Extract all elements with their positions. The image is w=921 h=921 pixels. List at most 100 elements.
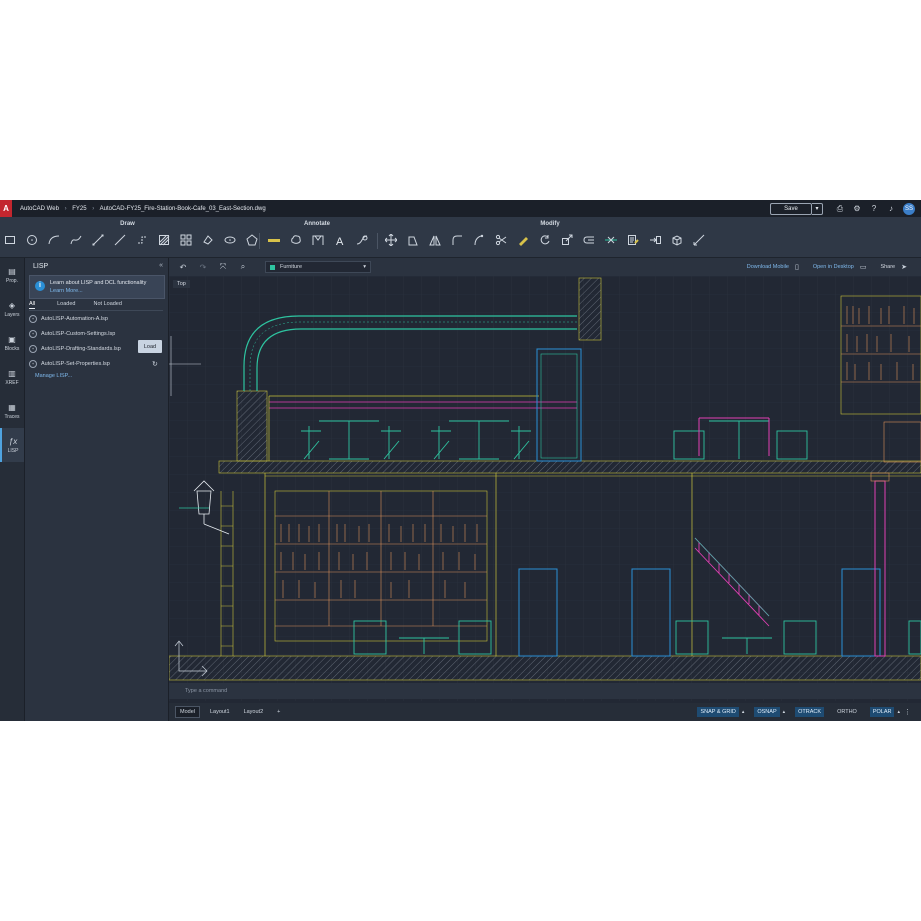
command-input[interactable]: Type a command	[185, 688, 227, 694]
stretch-icon[interactable]	[692, 233, 706, 247]
polygon-icon[interactable]	[245, 233, 259, 247]
cad-drawing[interactable]	[169, 276, 921, 701]
zoom-window-icon[interactable]: ⌕	[237, 261, 249, 273]
polyline-icon[interactable]	[113, 233, 127, 247]
scissors-icon[interactable]	[494, 233, 508, 247]
strip-item-xref[interactable]: ▥ XREF	[0, 360, 24, 394]
chevron-up-icon[interactable]: ▴	[897, 709, 900, 715]
learn-more-link[interactable]: Learn More...	[50, 287, 146, 295]
move-icon[interactable]	[384, 233, 398, 247]
share-button[interactable]: Share	[880, 264, 895, 270]
lisp-icon: ƒx	[8, 436, 18, 446]
zoom-extents-icon[interactable]: ⤧	[217, 261, 229, 273]
layers-icon: ◈	[8, 300, 16, 310]
view-label[interactable]: Top	[173, 280, 190, 288]
strip-item-traces[interactable]: ▦ Traces	[0, 394, 24, 428]
array-icon[interactable]	[179, 233, 193, 247]
status-bar: Model Layout1 Layout2 + SNAP & GRID ▴ OS…	[169, 703, 921, 721]
strip-item-blocks[interactable]: ▣ Blocks	[0, 326, 24, 360]
arc-icon[interactable]	[47, 233, 61, 247]
chevron-up-icon[interactable]: ▴	[742, 709, 745, 715]
list-item[interactable]: + AutoLISP-Set-Properties.lsp	[29, 358, 163, 370]
spline-icon[interactable]	[69, 233, 83, 247]
breadcrumb-folder[interactable]: FY25	[72, 206, 86, 212]
list-item[interactable]: + AutoLISP-Custom-Settings.lsp	[29, 328, 163, 340]
polar-toggle[interactable]: POLAR	[869, 707, 895, 717]
3d-box-icon[interactable]	[670, 233, 684, 247]
trim-icon[interactable]	[472, 233, 486, 247]
ortho-toggle[interactable]: ORTHO	[834, 707, 860, 717]
breadcrumb-app[interactable]: AutoCAD Web	[20, 206, 59, 212]
leader-icon[interactable]	[311, 233, 325, 247]
tab-layout2[interactable]: Layout2	[240, 707, 268, 717]
rectangle-icon[interactable]	[3, 233, 17, 247]
manage-lisp-link[interactable]: Manage LISP...	[35, 373, 72, 379]
offset-icon[interactable]	[582, 233, 596, 247]
wall-section	[236, 390, 268, 462]
revision-cloud-icon[interactable]	[289, 233, 303, 247]
ribbon: Draw Annotate A Modify	[0, 217, 921, 258]
ribbon-divider	[377, 233, 378, 249]
breadcrumb-separator: ›	[92, 205, 95, 212]
osnap-toggle[interactable]: OSNAP	[754, 707, 780, 717]
send-icon: ➤	[901, 264, 907, 271]
dimension-icon[interactable]	[267, 233, 281, 247]
redo-icon[interactable]: ↷	[197, 261, 209, 273]
mirror-icon[interactable]	[428, 233, 442, 247]
undo-icon[interactable]: ↶	[177, 261, 189, 273]
strip-item-properties[interactable]: ▤ Prop.	[0, 258, 24, 292]
filter-all[interactable]: All	[29, 301, 36, 309]
circle-icon[interactable]	[25, 233, 39, 247]
hatch-icon[interactable]	[157, 233, 171, 247]
layer-dropdown[interactable]: Furniture ▾	[265, 261, 371, 273]
text-icon[interactable]: A	[333, 233, 347, 247]
download-mobile-link[interactable]: Download Mobile	[747, 264, 789, 270]
ground-floor-slab	[169, 655, 921, 681]
filter-not-loaded[interactable]: Not Loaded	[93, 301, 121, 309]
erase-icon[interactable]	[516, 233, 530, 247]
drawing-area[interactable]: ↶ ↷ ⤧ ⌕ Furniture ▾ Download Mobile ▯ Op…	[169, 258, 921, 721]
filter-loaded[interactable]: Loaded	[57, 301, 75, 309]
copy-icon[interactable]	[406, 233, 420, 247]
avatar[interactable]: SS	[903, 202, 915, 215]
info-banner: i Learn about LISP and DCL functionality…	[29, 275, 165, 299]
tab-layout1[interactable]: Layout1	[206, 707, 234, 717]
properties-edit-icon[interactable]	[626, 233, 640, 247]
snap-grid-toggle[interactable]: SNAP & GRID	[697, 707, 739, 717]
load-tooltip[interactable]: Load	[138, 340, 162, 353]
tab-model[interactable]: Model	[175, 706, 200, 718]
strip-item-layers[interactable]: ◈ Layers	[0, 292, 24, 326]
otrack-toggle[interactable]: OTRACK	[795, 707, 825, 717]
svg-text:A: A	[336, 236, 344, 246]
rotate-icon[interactable]	[538, 233, 552, 247]
gear-icon[interactable]: ⚙	[852, 204, 862, 214]
blocks-icon: ▣	[8, 334, 16, 344]
explode-icon[interactable]	[648, 233, 662, 247]
collapse-panel-icon[interactable]: «	[159, 262, 163, 269]
list-item[interactable]: + AutoLISP-Automation-A.lsp	[29, 313, 163, 325]
chevron-up-icon[interactable]: ▴	[783, 709, 786, 715]
info-icon: i	[35, 281, 45, 291]
save-options-chevron-icon[interactable]: ▾	[812, 202, 823, 215]
help-icon[interactable]: ?	[869, 204, 879, 214]
lisp-file-icon: +	[29, 360, 37, 368]
join-icon[interactable]	[604, 233, 618, 247]
scale-icon[interactable]	[560, 233, 574, 247]
strip-item-lisp[interactable]: ƒx LISP	[0, 428, 24, 462]
boundary-icon[interactable]	[135, 233, 149, 247]
fill-icon[interactable]	[201, 233, 215, 247]
reload-icon[interactable]: ↻	[152, 360, 158, 368]
more-options-icon[interactable]: ⋮	[904, 708, 911, 716]
save-button[interactable]: Save	[770, 202, 812, 215]
print-icon[interactable]: ⎙	[835, 204, 845, 214]
notification-bell-icon[interactable]: ♪	[886, 204, 896, 214]
command-line[interactable]: Type a command	[169, 683, 921, 699]
autodesk-logo[interactable]: A	[0, 200, 12, 217]
add-layout-button[interactable]: +	[273, 707, 284, 717]
ribbon-group-modify: Modify	[380, 217, 720, 257]
ellipse-icon[interactable]	[223, 233, 237, 247]
open-in-desktop-link[interactable]: Open in Desktop	[813, 264, 854, 270]
fillet-icon[interactable]	[450, 233, 464, 247]
line-icon[interactable]	[91, 233, 105, 247]
markup-icon[interactable]	[355, 233, 369, 247]
